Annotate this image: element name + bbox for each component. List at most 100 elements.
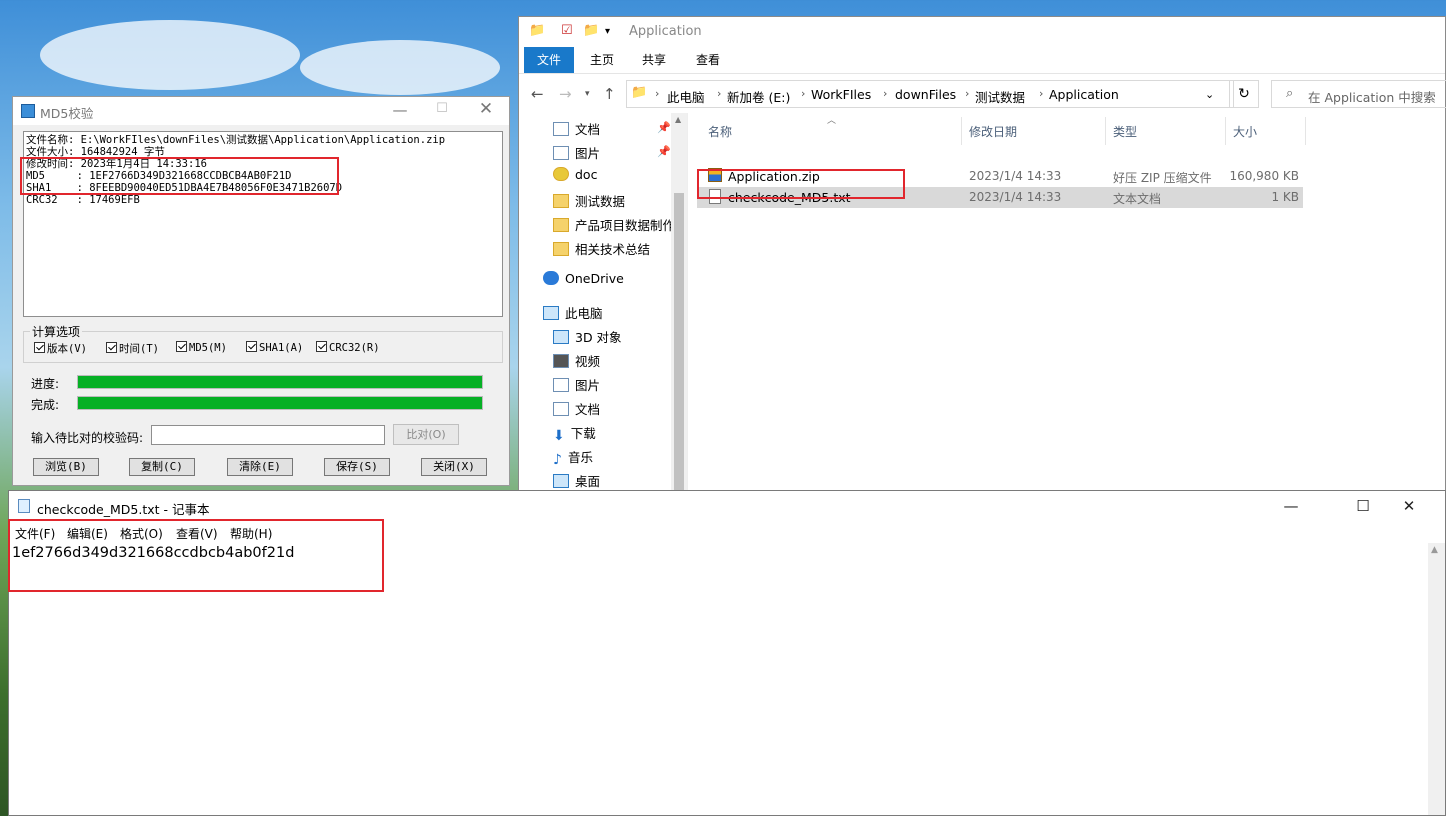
tab-view[interactable]: 查看 bbox=[691, 47, 725, 73]
breadcrumb-testdata[interactable]: 测试数据 bbox=[975, 87, 1025, 106]
nav-item-product-data[interactable]: 产品项目数据制作 bbox=[553, 215, 671, 237]
nav-scrollbar[interactable]: ▲ bbox=[671, 113, 687, 501]
save-button[interactable]: 保存(S) bbox=[324, 458, 390, 476]
column-header-size[interactable]: 大小 bbox=[1233, 123, 1257, 140]
info-line-crc32: CRC32 : 17469EFB bbox=[26, 194, 140, 206]
maximize-icon[interactable]: ☐ bbox=[427, 101, 457, 116]
breadcrumb-drive[interactable]: 新加卷 (E:) bbox=[727, 87, 790, 106]
nav-item-onedrive[interactable]: OneDrive bbox=[543, 271, 624, 293]
nav-scrollbar-thumb[interactable] bbox=[674, 193, 684, 493]
nav-item-downloads[interactable]: ⬇ 下载 bbox=[553, 423, 596, 445]
file-size: 160,980 KB bbox=[1229, 169, 1299, 183]
breadcrumb-downfiles[interactable]: downFiles bbox=[895, 87, 956, 102]
nav-item-testdata[interactable]: 测试数据 bbox=[553, 191, 625, 213]
tab-file[interactable]: 文件 bbox=[524, 47, 574, 73]
nav-item-pictures[interactable]: 图片 bbox=[553, 143, 600, 165]
close-icon[interactable]: ✕ bbox=[471, 99, 501, 119]
chevron-right-icon[interactable]: › bbox=[883, 87, 887, 100]
up-icon[interactable]: ↑ bbox=[603, 85, 616, 103]
md5-title: MD5校验 bbox=[40, 106, 94, 121]
pin-icon[interactable]: 📌 bbox=[657, 121, 671, 134]
column-divider[interactable] bbox=[1105, 117, 1106, 145]
nav-item-videos[interactable]: 视频 bbox=[553, 351, 600, 373]
menu-file[interactable]: 文件(F) bbox=[15, 525, 55, 542]
copy-button[interactable]: 复制(C) bbox=[129, 458, 195, 476]
menu-format[interactable]: 格式(O) bbox=[120, 525, 163, 542]
nav-item-tech-summary[interactable]: 相关技术总结 bbox=[553, 239, 650, 261]
forward-icon[interactable]: → bbox=[559, 85, 572, 103]
checkbox-label: 时间(T) bbox=[119, 343, 159, 355]
address-bar[interactable]: 📁 › 此电脑 › 新加卷 (E:) › WorkFIles › downFil… bbox=[626, 80, 1234, 108]
file-row[interactable]: Application.zip 2023/1/4 14:33 好压 ZIP 压缩… bbox=[697, 166, 1303, 187]
info-line-md5: MD5 : 1EF2766D349D321668CCDBCB4AB0F21D bbox=[26, 170, 292, 182]
chevron-right-icon[interactable]: › bbox=[801, 87, 805, 100]
breadcrumb-this-pc[interactable]: 此电脑 bbox=[667, 87, 705, 106]
file-row-selected[interactable]: checkcode_MD5.txt 2023/1/4 14:33 文本文档 1 … bbox=[697, 187, 1303, 208]
checkbox-md5[interactable]: MD5(M) bbox=[176, 341, 227, 354]
nav-label: 相关技术总结 bbox=[575, 242, 651, 257]
search-input[interactable]: ⌕ 在 Application 中搜索 bbox=[1271, 80, 1446, 108]
tab-home[interactable]: 主页 bbox=[585, 47, 619, 73]
file-name: checkcode_MD5.txt bbox=[728, 190, 851, 205]
search-placeholder: 在 Application 中搜索 bbox=[1308, 90, 1436, 105]
checkbox-sha1[interactable]: SHA1(A) bbox=[246, 341, 303, 354]
nav-item-3d-objects[interactable]: 3D 对象 bbox=[553, 327, 622, 349]
column-header-name[interactable]: 名称 bbox=[708, 123, 732, 140]
recent-locations-icon[interactable]: ▾ bbox=[585, 89, 590, 99]
properties-icon[interactable]: ☑ bbox=[561, 23, 573, 38]
checkbox-version[interactable]: 版本(V) bbox=[34, 341, 87, 356]
column-header-modified[interactable]: 修改日期 bbox=[969, 123, 1017, 140]
column-header-type[interactable]: 类型 bbox=[1113, 123, 1137, 140]
minimize-icon[interactable]: — bbox=[1271, 497, 1311, 515]
menu-help[interactable]: 帮助(H) bbox=[230, 525, 272, 542]
column-divider[interactable] bbox=[1225, 117, 1226, 145]
clear-button[interactable]: 清除(E) bbox=[227, 458, 293, 476]
column-divider[interactable] bbox=[1305, 117, 1306, 145]
chevron-right-icon[interactable]: › bbox=[965, 87, 969, 100]
minimize-icon[interactable]: — bbox=[385, 101, 415, 119]
notepad-scrollbar[interactable]: ▲ bbox=[1428, 543, 1445, 815]
downloads-icon: ⬇ bbox=[553, 428, 565, 444]
notepad-text-area[interactable]: 1ef2766d349d321668ccdbcb4ab0f21d bbox=[12, 545, 294, 561]
scroll-up-icon[interactable]: ▲ bbox=[1431, 545, 1438, 555]
search-icon: ⌕ bbox=[1286, 86, 1294, 101]
nav-item-pictures-pc[interactable]: 图片 bbox=[553, 375, 600, 397]
music-icon: ♪ bbox=[553, 452, 562, 468]
compare-button[interactable]: 比对(O) bbox=[393, 424, 459, 445]
close-icon[interactable]: ✕ bbox=[1389, 497, 1429, 515]
breadcrumb-application[interactable]: Application bbox=[1049, 87, 1119, 102]
compare-input[interactable] bbox=[151, 425, 385, 445]
browse-button[interactable]: 浏览(B) bbox=[33, 458, 99, 476]
chevron-right-icon[interactable]: › bbox=[655, 87, 659, 100]
pictures-icon bbox=[553, 378, 569, 392]
menu-view[interactable]: 查看(V) bbox=[176, 525, 218, 542]
back-icon[interactable]: ← bbox=[531, 85, 544, 103]
nav-item-documents-pc[interactable]: 文档 bbox=[553, 399, 600, 421]
tab-share[interactable]: 共享 bbox=[637, 47, 671, 73]
breadcrumb-workfiles[interactable]: WorkFIles bbox=[811, 87, 871, 102]
nav-item-music[interactable]: ♪ 音乐 bbox=[553, 447, 593, 469]
column-divider[interactable] bbox=[961, 117, 962, 145]
menu-edit[interactable]: 编辑(E) bbox=[67, 525, 108, 542]
customize-toolbar-icon[interactable]: ▾ bbox=[605, 26, 610, 37]
scroll-up-icon[interactable]: ▲ bbox=[675, 115, 681, 124]
compare-label: 输入待比对的校验码: bbox=[31, 431, 144, 445]
checkbox-crc32[interactable]: CRC32(R) bbox=[316, 341, 380, 354]
address-history-icon[interactable]: ⌄ bbox=[1205, 88, 1214, 101]
nav-item-documents[interactable]: 文档 bbox=[553, 119, 600, 141]
maximize-icon[interactable]: ☐ bbox=[1343, 497, 1383, 515]
nav-item-this-pc[interactable]: 此电脑 bbox=[543, 303, 603, 325]
notepad-title: checkcode_MD5.txt - 记事本 bbox=[37, 502, 210, 517]
explorer-title: Application bbox=[629, 24, 702, 39]
close-button[interactable]: 关闭(X) bbox=[421, 458, 487, 476]
refresh-button[interactable]: ↻ bbox=[1229, 80, 1259, 108]
new-folder-icon[interactable]: 📁 bbox=[583, 23, 599, 38]
complete-label: 完成: bbox=[31, 398, 60, 412]
chevron-right-icon[interactable]: › bbox=[717, 87, 721, 100]
nav-item-doc[interactable]: doc bbox=[553, 167, 597, 189]
result-textbox[interactable]: 文件名称: E:\WorkFIles\downFiles\测试数据\Applic… bbox=[23, 131, 503, 317]
pin-icon[interactable]: 📌 bbox=[657, 145, 671, 158]
checkbox-time[interactable]: 时间(T) bbox=[106, 341, 159, 356]
nav-label: 视频 bbox=[575, 354, 601, 369]
chevron-right-icon[interactable]: › bbox=[1039, 87, 1043, 100]
